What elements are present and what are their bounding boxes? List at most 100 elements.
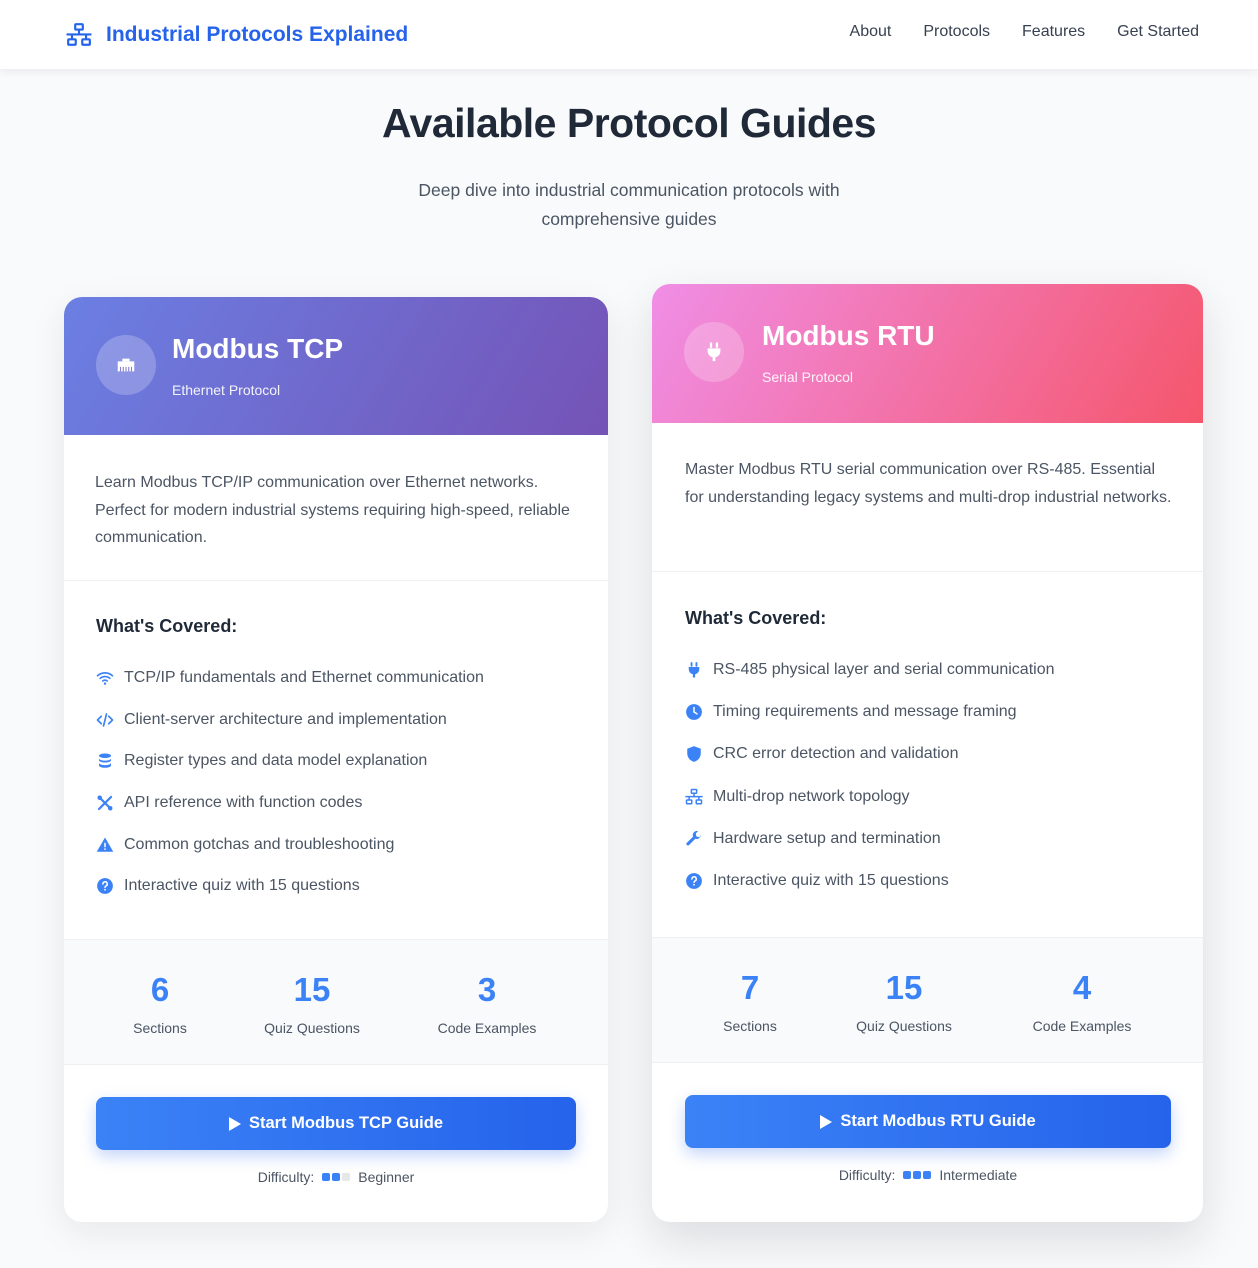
play-icon [228,1116,241,1131]
tools-icon [96,794,114,812]
difficulty-text: Intermediate [939,1167,1018,1183]
wrench-icon [685,830,703,848]
warning-icon [96,836,114,854]
code-icon [96,711,114,729]
card-title: Modbus TCP [172,333,344,364]
difficulty-dot [923,1171,932,1179]
list-item: Client-server architecture and implement… [96,699,576,741]
feature-text: Register types and data model explanatio… [124,752,428,770]
list-item: TCP/IP fundamentals and Ethernet communi… [96,657,576,699]
card-icon-badge [96,335,156,395]
play-icon [820,1114,833,1129]
button-label: Start Modbus RTU Guide [840,1112,1036,1130]
card-description: Master Modbus RTU serial communication o… [652,423,1203,572]
brand-title: Industrial Protocols Explained [106,23,409,46]
stat-code-examples: 4 Code Examples [1017,966,1147,1034]
feature-text: CRC error detection and validation [713,745,959,763]
stat-value: 3 [477,971,497,1008]
list-item: Hardware setup and termination [685,818,1171,860]
stat-label: Quiz Questions [856,1018,952,1034]
card-subtitle: Ethernet Protocol [172,382,281,398]
card-description: Learn Modbus TCP/IP communication over E… [64,435,608,581]
stat-sections: 7 Sections [710,966,790,1034]
section-subtitle: Deep dive into industrial communication … [418,180,840,229]
difficulty-dots [322,1173,351,1181]
list-item: Interactive quiz with 15 questions [685,860,1171,902]
nav-link-features[interactable]: Features [1022,23,1085,41]
stat-quiz-questions: 15 Quiz Questions [252,968,372,1036]
clock-icon [685,703,703,721]
start-modbus-rtu-button[interactable]: Start Modbus RTU Guide [685,1095,1171,1148]
difficulty-dot [342,1173,351,1181]
stat-label: Sections [133,1020,187,1036]
covered-title: What's Covered: [685,608,827,628]
button-label: Start Modbus TCP Guide [248,1114,444,1132]
stat-value: 4 [1072,969,1092,1006]
list-item: Multi-drop network topology [685,776,1171,818]
list-item: CRC error detection and validation [685,733,1171,775]
difficulty-label: Difficulty: [257,1169,315,1185]
stat-label: Sections [723,1018,777,1034]
difficulty-dots [903,1171,932,1179]
feature-text: Common gotchas and troubleshooting [124,835,395,853]
plug-icon [685,661,703,679]
network-icon [685,788,703,806]
feature-text: Client-server architecture and implement… [124,710,447,728]
plug-icon [703,340,725,364]
stat-value: 15 [293,971,331,1008]
difficulty-dot [903,1171,912,1179]
stat-label: Code Examples [437,1020,537,1036]
feature-list: RS-485 physical layer and serial communi… [685,649,1171,902]
nav-link-protocols[interactable]: Protocols [923,23,990,41]
cta-area: Start Modbus RTU Guide Difficulty: Inter… [652,1063,1203,1183]
ethernet-icon [113,354,139,376]
difficulty-dot [332,1173,341,1181]
stat-value: 15 [885,969,923,1006]
stat-code-examples: 3 Code Examples [422,968,552,1036]
list-item: Register types and data model explanatio… [96,740,576,782]
difficulty-dot [322,1173,331,1181]
start-modbus-tcp-button[interactable]: Start Modbus TCP Guide [96,1097,576,1150]
stat-label: Code Examples [1032,1018,1132,1034]
feature-text: RS-485 physical layer and serial communi… [713,661,1055,679]
card-header: Modbus RTU Serial Protocol [652,284,1203,423]
covered-section: What's Covered: TCP/IP fundamentals and … [64,581,608,939]
difficulty-dot [913,1171,922,1179]
feature-text: Interactive quiz with 15 questions [124,877,360,895]
difficulty-indicator: Difficulty: Beginner [96,1169,576,1185]
stats-bar: 6 Sections 15 Quiz Questions 3 Code Exam… [64,939,608,1065]
list-item: RS-485 physical layer and serial communi… [685,649,1171,691]
feature-text: Timing requirements and message framing [713,703,1017,721]
database-icon [96,752,114,770]
covered-title: What's Covered: [96,616,238,636]
shield-icon [685,745,703,763]
feature-text: API reference with function codes [124,793,363,811]
difficulty-indicator: Difficulty: Intermediate [685,1167,1171,1183]
cta-area: Start Modbus TCP Guide Difficulty: Begin… [64,1065,608,1185]
brand-link[interactable]: Industrial Protocols Explained [64,20,408,50]
nav-link-get-started[interactable]: Get Started [1117,23,1199,41]
list-item: Timing requirements and message framing [685,691,1171,733]
section-title: Available Protocol Guides [381,100,877,146]
feature-text: TCP/IP fundamentals and Ethernet communi… [124,668,484,686]
stat-quiz-questions: 15 Quiz Questions [844,966,964,1034]
stat-label: Quiz Questions [264,1020,360,1036]
protocol-card-modbus-tcp: Modbus TCP Ethernet Protocol Learn Modbu… [64,297,608,1222]
main-nav: About Protocols Features Get Started [850,23,1199,41]
network-icon [64,22,94,48]
list-item: API reference with function codes [96,782,576,824]
card-title: Modbus RTU [762,320,935,351]
card-header: Modbus TCP Ethernet Protocol [64,297,608,435]
feature-text: Multi-drop network topology [713,787,910,805]
feature-text: Hardware setup and termination [713,829,941,847]
difficulty-text: Beginner [358,1169,415,1185]
stat-sections: 6 Sections [120,968,200,1036]
question-icon [685,872,703,890]
stat-value: 7 [740,969,760,1006]
difficulty-label: Difficulty: [838,1167,896,1183]
protocol-card-modbus-rtu: Modbus RTU Serial Protocol Master Modbus… [652,284,1203,1222]
feature-list: TCP/IP fundamentals and Ethernet communi… [96,657,576,907]
card-icon-badge [684,322,744,382]
feature-text: Interactive quiz with 15 questions [713,872,949,890]
nav-link-about[interactable]: About [850,23,892,41]
